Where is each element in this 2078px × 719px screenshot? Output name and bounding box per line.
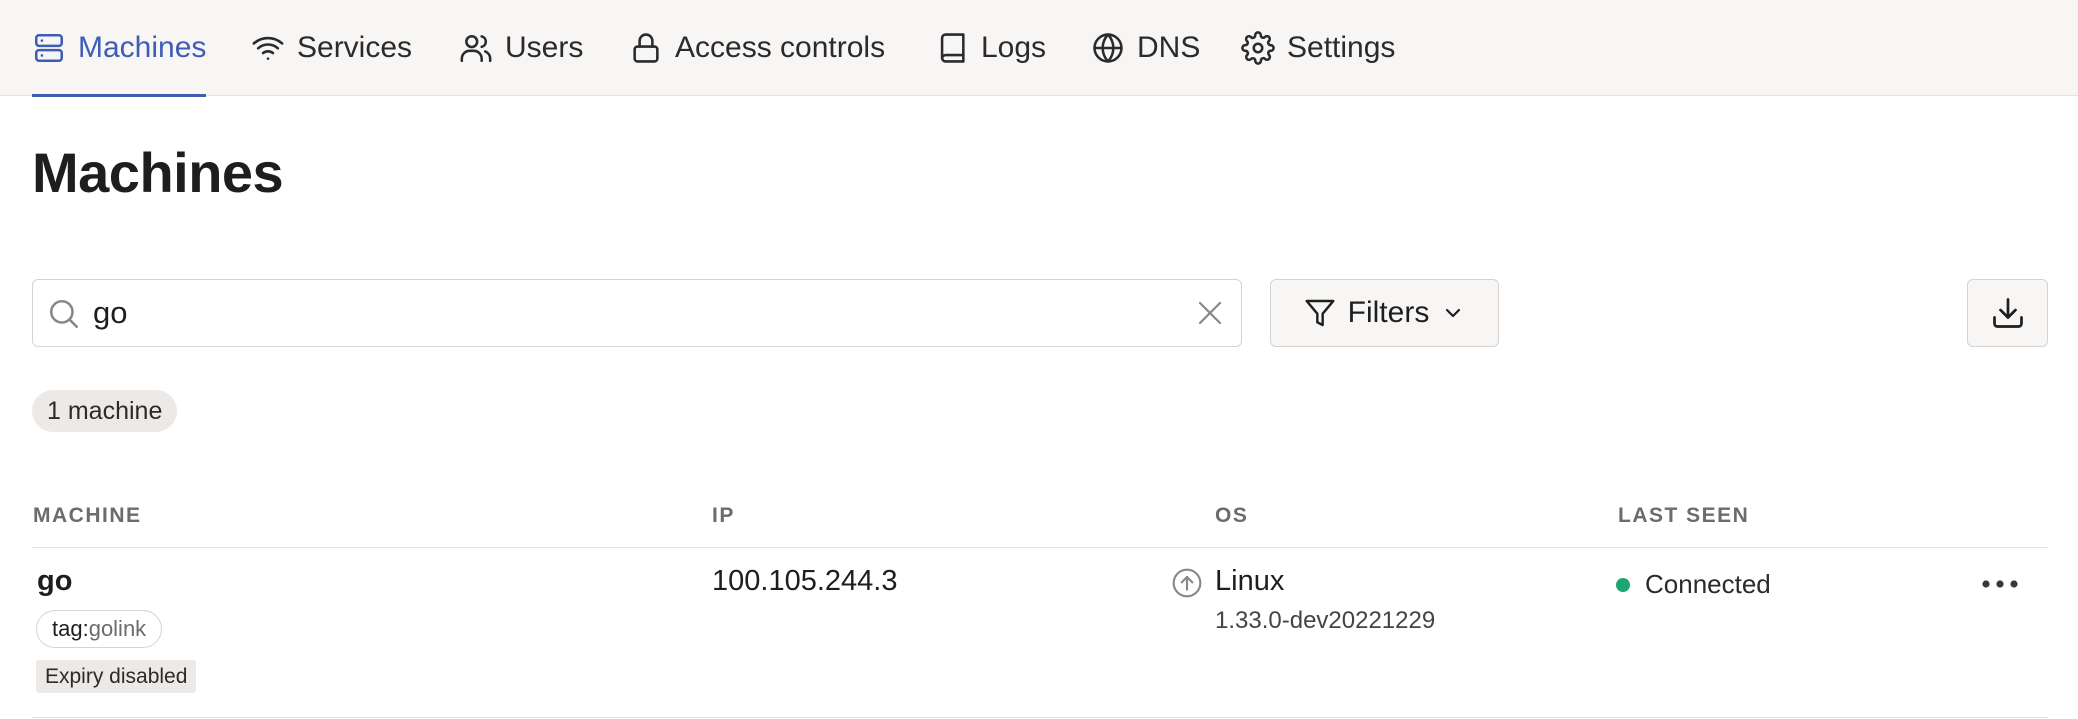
users-icon (460, 34, 492, 63)
active-tab-indicator (32, 94, 207, 97)
tab-access-controls[interactable]: Access controls (629, 0, 885, 96)
book-icon (940, 33, 965, 63)
tag-key: tag: (52, 616, 89, 641)
close-icon[interactable] (1195, 298, 1225, 328)
tag-value: golink (88, 616, 147, 641)
more-options-icon[interactable] (1978, 568, 2022, 600)
search-icon (49, 299, 79, 329)
gear-icon (1241, 31, 1275, 65)
status-dot (1616, 578, 1630, 592)
tab-logs[interactable]: Logs (935, 0, 1046, 96)
tab-label: Machines (78, 31, 207, 64)
tab-label: Logs (981, 31, 1047, 64)
machine-count-badge: 1 machine (32, 390, 178, 432)
search-box (32, 279, 1242, 347)
page-title: Machines (32, 141, 284, 204)
machines-icon (34, 33, 64, 63)
os-name: Linux (1215, 565, 1285, 597)
tab-label: Access controls (675, 31, 886, 64)
tab-label: DNS (1137, 31, 1201, 64)
download-button[interactable] (1967, 279, 2048, 347)
column-header-os[interactable]: OS (1215, 504, 1248, 528)
column-header-last-seen[interactable]: LAST SEEN (1618, 504, 1749, 528)
tag-badge: tag:golink (36, 610, 163, 648)
download-icon (1992, 298, 2023, 328)
update-available-icon[interactable] (1171, 567, 1203, 599)
column-header-ip[interactable]: IP (712, 504, 735, 528)
chevron-down-icon (1446, 308, 1461, 318)
divider (32, 717, 2048, 718)
expiry-badge: Expiry disabled (36, 660, 197, 693)
filter-icon (1305, 299, 1335, 327)
search-input[interactable] (91, 286, 1171, 340)
lock-icon (633, 33, 659, 63)
os-version: 1.33.0-dev20221229 (1215, 607, 1436, 634)
tab-label: Settings (1287, 31, 1396, 64)
top-nav: Machines Services Users Access controls (0, 0, 2078, 97)
machine-name-link[interactable]: go (37, 565, 72, 598)
filters-label: Filters (1347, 296, 1430, 329)
ip-address[interactable]: 100.105.244.3 (712, 565, 897, 598)
last-seen-status: Connected (1645, 569, 1771, 599)
filters-button[interactable]: Filters (1270, 279, 1499, 347)
tab-settings[interactable]: Settings (1241, 0, 1395, 96)
tab-machines[interactable]: Machines (32, 0, 207, 97)
tab-label: Services (297, 31, 413, 64)
tab-dns[interactable]: DNS (1091, 0, 1200, 96)
wifi-icon (252, 36, 284, 60)
globe-icon (1093, 33, 1123, 63)
divider (32, 547, 2048, 548)
tab-label: Users (505, 31, 584, 64)
tab-users[interactable]: Users (459, 0, 583, 96)
column-header-machine[interactable]: MACHINE (33, 504, 142, 528)
tab-services[interactable]: Services (251, 0, 412, 96)
